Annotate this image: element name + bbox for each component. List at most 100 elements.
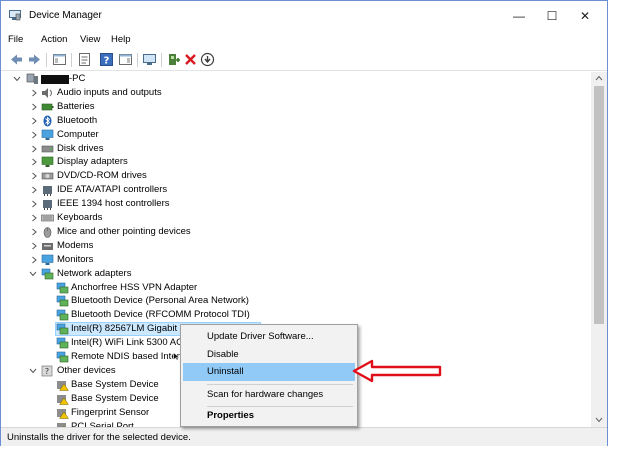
tree-category-label: IDE ATA/ATAPI controllers: [57, 184, 168, 196]
chevron-right-icon[interactable]: [29, 211, 39, 225]
tree-category-label: Other devices: [57, 364, 116, 376]
tree-category[interactable]: Network adapters: [1, 267, 591, 281]
menu-item-update-driver[interactable]: Update Driver Software...: [183, 328, 355, 346]
chevron-right-icon[interactable]: [29, 239, 39, 253]
chevron-right-icon[interactable]: [29, 183, 39, 197]
menu-separator: [207, 384, 353, 385]
menu-item-uninstall[interactable]: Uninstall: [183, 363, 355, 381]
chevron-right-icon[interactable]: [29, 114, 39, 128]
chevron-right-icon[interactable]: [29, 100, 39, 114]
tree-root-label: -PC: [69, 73, 86, 84]
scroll-down-icon[interactable]: [595, 417, 603, 423]
tree-category[interactable]: Bluetooth: [1, 114, 591, 128]
menu-help[interactable]: Help: [111, 34, 131, 45]
chevron-down-icon[interactable]: [12, 72, 22, 86]
menu-file[interactable]: File: [8, 34, 23, 45]
menu-bar: File Action View Help: [1, 29, 607, 49]
chevron-down-icon[interactable]: [28, 364, 38, 378]
menu-item-properties[interactable]: Properties: [183, 407, 355, 425]
chevron-right-icon[interactable]: [29, 86, 39, 100]
tree-root[interactable]: -PC: [1, 72, 591, 86]
tree-category[interactable]: Disk drives: [1, 142, 591, 156]
tree-category[interactable]: Monitors: [1, 253, 591, 267]
tree-device[interactable]: Bluetooth Device (Personal Area Network): [1, 294, 591, 308]
show-hide-tree-icon[interactable]: [52, 52, 67, 67]
network-adapter-icon: [56, 323, 69, 335]
chevron-right-icon[interactable]: [29, 197, 39, 211]
mouse-cursor-icon: [173, 352, 180, 361]
context-menu: Update Driver Software... Disable Uninst…: [180, 324, 358, 427]
keyboard-icon: [41, 214, 54, 222]
properties-icon[interactable]: [77, 52, 92, 67]
tree-category[interactable]: Keyboards: [1, 211, 591, 225]
scan-hardware-icon[interactable]: [166, 52, 181, 67]
update-driver-icon[interactable]: [200, 52, 215, 67]
scroll-up-icon[interactable]: [595, 75, 603, 81]
tree-category[interactable]: Mice and other pointing devices: [1, 225, 591, 239]
toolbar-separator: [71, 53, 72, 67]
redacted-computer-name: [41, 75, 69, 84]
network-adapter-icon: [56, 282, 69, 293]
tree-category[interactable]: IDE ATA/ATAPI controllers: [1, 183, 591, 197]
tree-device[interactable]: Bluetooth Device (RFCOMM Protocol TDI): [1, 308, 591, 322]
menu-action[interactable]: Action: [41, 34, 67, 45]
chevron-right-icon[interactable]: [29, 128, 39, 142]
tree-category-label: Modems: [57, 239, 94, 251]
menu-item-disable[interactable]: Disable: [183, 346, 355, 364]
battery-icon: [41, 103, 54, 111]
status-text: Uninstalls the driver for the selected d…: [7, 432, 191, 443]
tree-category-label: IEEE 1394 host controllers: [57, 198, 170, 210]
tree-category[interactable]: Computer: [1, 128, 591, 142]
tree-category-label: Bluetooth: [57, 114, 98, 126]
chevron-right-icon[interactable]: [29, 225, 39, 239]
network-adapter-icon: [56, 309, 69, 321]
mouse-icon: [43, 227, 52, 238]
chevron-right-icon[interactable]: [29, 253, 39, 267]
tree-category[interactable]: Audio inputs and outputs: [1, 86, 591, 100]
chevron-right-icon[interactable]: [29, 155, 39, 169]
monitor-icon[interactable]: [142, 52, 157, 67]
tree-device-label: Fingerprint Sensor: [71, 406, 150, 418]
tree-category[interactable]: DVD/CD-ROM drives: [1, 169, 591, 183]
chevron-down-icon[interactable]: [28, 267, 38, 281]
tree-device[interactable]: Anchorfree HSS VPN Adapter: [1, 281, 591, 295]
tree-category[interactable]: IEEE 1394 host controllers: [1, 197, 591, 211]
modem-icon: [42, 242, 53, 250]
title-bar: Device Manager — ☐ ✕: [1, 1, 607, 29]
svg-text:?: ?: [104, 56, 110, 67]
ieee1394-controller-icon: [43, 200, 52, 211]
scrollbar-thumb[interactable]: [594, 86, 604, 324]
forward-icon[interactable]: [27, 52, 42, 67]
tree-category[interactable]: Display adapters: [1, 155, 591, 169]
tree-category-label: DVD/CD-ROM drives: [57, 170, 147, 182]
chevron-right-icon[interactable]: [29, 142, 39, 156]
tree-category[interactable]: Modems: [1, 239, 591, 253]
warning-device-icon: [57, 394, 69, 405]
back-icon[interactable]: [9, 52, 24, 67]
menu-item-scan-hardware[interactable]: Scan for hardware changes: [183, 386, 355, 404]
warning-device-icon: [57, 408, 69, 419]
uninstall-icon[interactable]: [183, 52, 198, 67]
toolbar: ?: [1, 49, 607, 71]
action-pane-icon[interactable]: [118, 52, 133, 67]
tree-device-label: Base System Device: [71, 392, 159, 404]
window-title: Device Manager: [29, 10, 102, 21]
vertical-scrollbar[interactable]: [591, 72, 607, 427]
tree-category-label: Display adapters: [57, 156, 128, 168]
chevron-right-icon[interactable]: [29, 169, 39, 183]
status-bar: Uninstalls the driver for the selected d…: [1, 427, 607, 446]
tree-device-label: PCI Serial Port: [71, 420, 134, 428]
network-adapter-icon: [56, 351, 69, 363]
device-manager-icon: [9, 10, 21, 21]
monitor-icon: [41, 254, 54, 265]
menu-view[interactable]: View: [80, 34, 100, 45]
toolbar-separator: [46, 53, 47, 67]
tree-category[interactable]: Batteries: [1, 100, 591, 114]
toolbar-separator: [161, 53, 162, 67]
warning-device-icon: [57, 380, 69, 391]
tree-device-label: Bluetooth Device (RFCOMM Protocol TDI): [71, 309, 250, 321]
tree-category-label: Monitors: [57, 253, 94, 265]
help-icon[interactable]: ?: [99, 52, 114, 67]
close-button[interactable]: ✕: [563, 5, 607, 27]
tree-category-label: Batteries: [57, 100, 95, 112]
